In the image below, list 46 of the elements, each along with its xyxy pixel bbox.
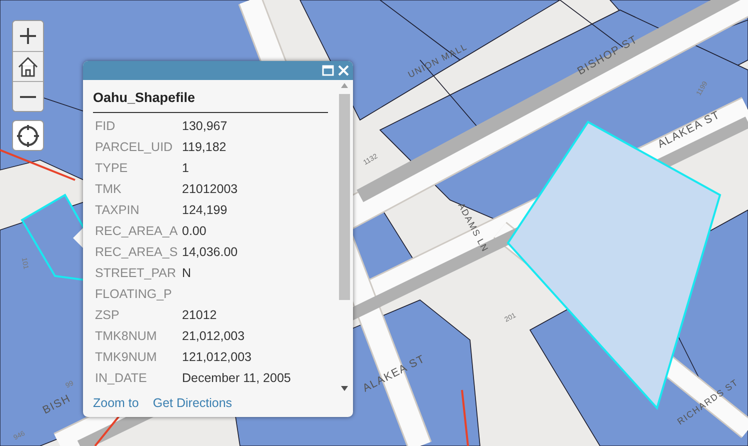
field-value: 119,182 (182, 139, 226, 156)
field-value: 21012003 (182, 181, 238, 198)
locate-button[interactable] (12, 120, 44, 151)
field-label: FLOATING_P (94, 286, 173, 304)
popup-title: Oahu_Shapefile (93, 88, 328, 114)
maximize-icon (322, 65, 334, 76)
field-value: 14,036.00 (182, 244, 238, 262)
zoom-in-button[interactable] (13, 21, 43, 51)
field-label: TMK9NUM (94, 349, 158, 366)
boundary-line (94, 414, 121, 446)
field-value: N (182, 265, 192, 282)
directions-link[interactable]: Get Directions (152, 394, 232, 413)
plus-icon (19, 27, 37, 45)
field-label: TYPE (94, 160, 129, 178)
scroll-up-icon (341, 83, 348, 88)
field-label: PARCEL_UID (94, 139, 174, 156)
field-label: REC_AREA_S (94, 244, 179, 262)
field-value: 0.00 (182, 223, 206, 240)
highlighted-parcel[interactable] (20, 194, 86, 282)
field-value: 1 (182, 160, 189, 178)
scroll-down-icon (341, 386, 348, 392)
minus-icon (20, 94, 36, 98)
field-label: STREET_PAR (94, 265, 178, 282)
crosshair-icon (16, 124, 40, 148)
field-value: December 11, 2005 (182, 370, 291, 388)
close-button[interactable] (338, 65, 349, 76)
field-label: ZSP (94, 307, 120, 324)
close-icon (338, 65, 349, 76)
field-value: 130,967 (182, 118, 228, 136)
field-value: 124,199 (182, 202, 228, 220)
scroll-thumb[interactable] (339, 94, 350, 300)
field-label: TAXPIN (94, 202, 140, 220)
field-value: 121,012,003 (182, 349, 252, 366)
home-icon (17, 56, 39, 78)
zoom-to-link[interactable]: Zoom to (93, 394, 139, 413)
field-label: REC_AREA_A (94, 223, 179, 240)
maximize-button[interactable] (322, 65, 334, 76)
field-label: TMK (94, 181, 122, 198)
zoom-out-button[interactable] (13, 81, 43, 111)
field-label: IN_DATE (94, 370, 148, 388)
field-label: TMK8NUM (94, 328, 158, 346)
field-label: FID (94, 118, 116, 136)
home-button[interactable] (13, 51, 43, 81)
field-value: 21012 (182, 307, 217, 324)
field-value: 21,012,003 (182, 328, 245, 346)
boundary-line (461, 390, 469, 446)
